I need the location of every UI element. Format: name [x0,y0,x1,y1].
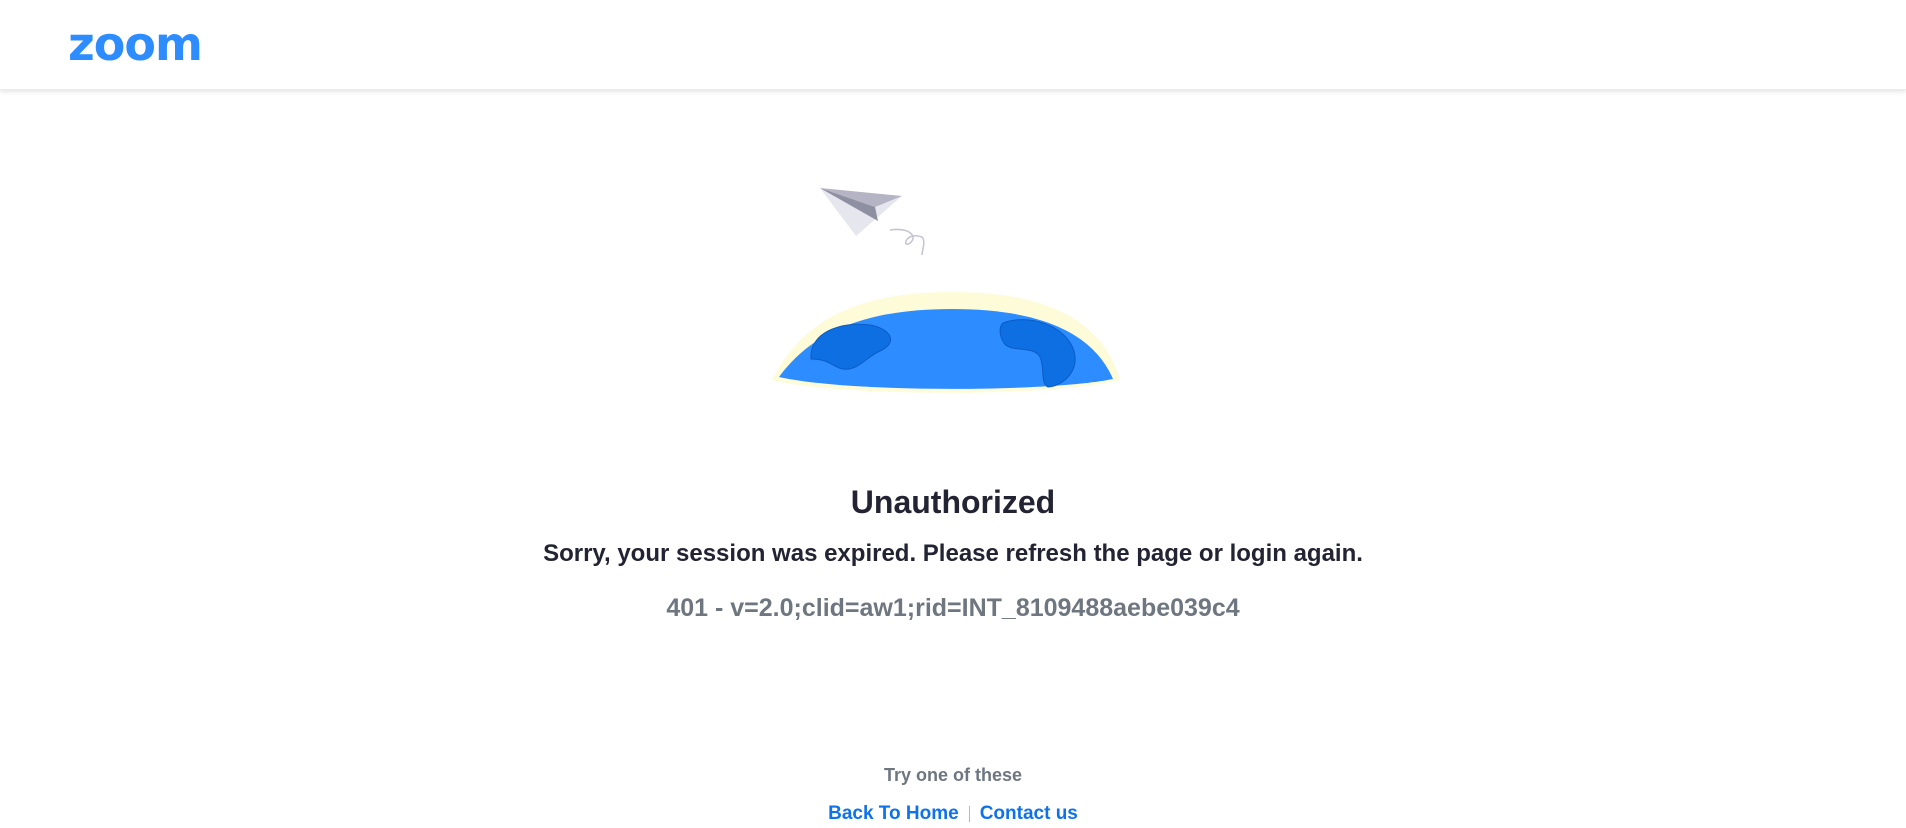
error-title: Unauthorized [850,484,1056,520]
zoom-logo[interactable]: zoom [68,21,203,67]
contact-us-link[interactable]: Contact us [980,800,1078,828]
error-illustration [772,188,1120,393]
top-header: zoom [0,0,1906,90]
error-message: Sorry, your session was expired. Please … [543,540,1363,567]
error-code: 401 - v=2.0;clid=aw1;rid=INT_8109488aebe… [666,594,1240,622]
paper-plane-icon [820,188,925,256]
suggestions-heading: Try one of these [883,765,1023,785]
suggestion-links: Back To Home Contact us [0,800,1906,828]
back-to-home-link[interactable]: Back To Home [828,800,959,828]
globe-icon [772,292,1120,393]
link-divider [968,806,970,822]
